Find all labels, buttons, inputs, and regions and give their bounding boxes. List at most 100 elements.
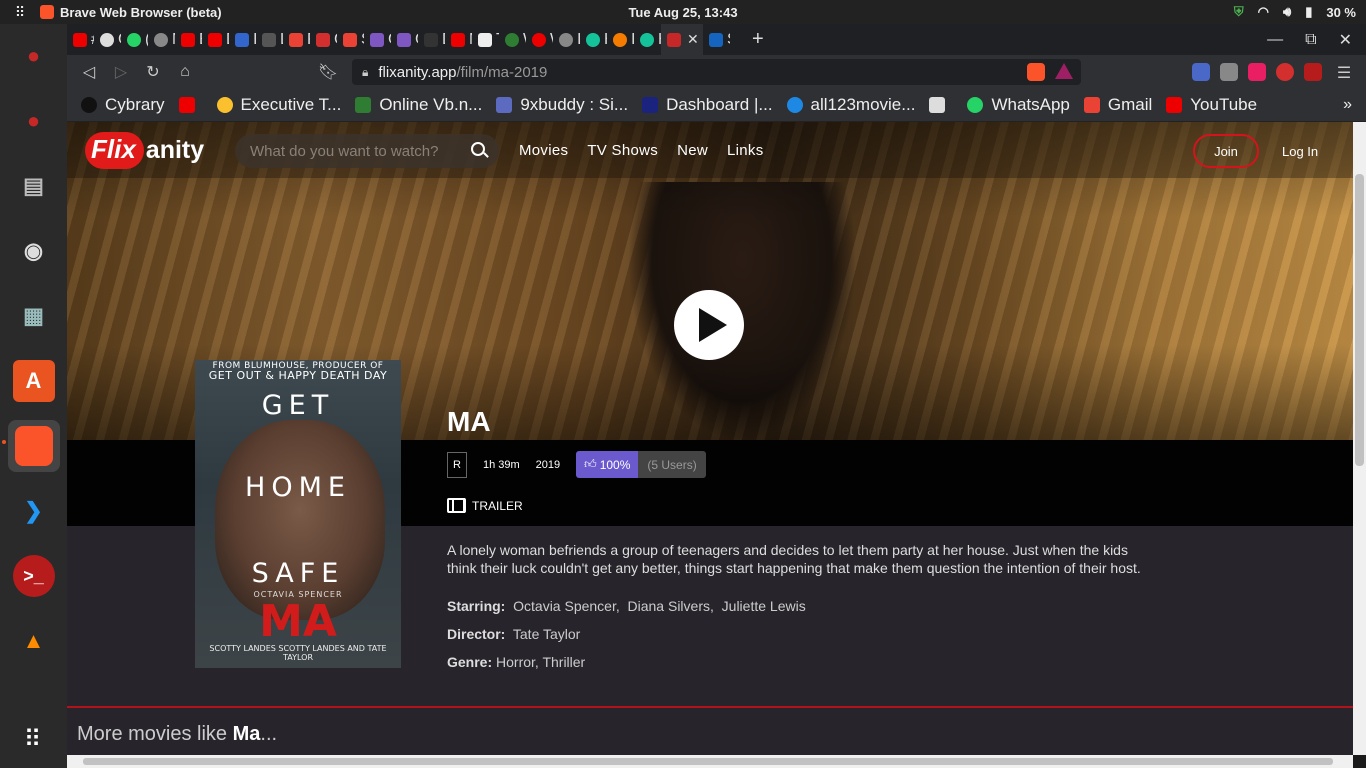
close-window-icon[interactable]: ✕ [1339, 30, 1352, 50]
vertical-scrollbar[interactable] [1353, 122, 1366, 755]
bookmark-item[interactable] [929, 97, 953, 113]
more-like-name: Ma [232, 723, 261, 745]
system-tray[interactable]: ⛨ ◠ 🔊︎ ▮ 30 % [1234, 0, 1356, 24]
dock-app-files-icon[interactable]: ▤ [8, 160, 60, 212]
tab[interactable]: H [634, 24, 661, 55]
poster-word: GET [261, 390, 335, 421]
show-apps-icon[interactable]: ⠿ [24, 725, 44, 754]
nav-tv-shows[interactable]: TV Shows [587, 142, 658, 159]
bookmark-item[interactable]: all123movie... [786, 95, 915, 115]
dock-app-cherrytree-2-icon[interactable]: ● [8, 95, 60, 147]
like-widget[interactable]: 👍︎ 100% (5 Users) [576, 451, 706, 478]
youtube-icon [178, 97, 195, 113]
like-button[interactable]: 👍︎ 100% [576, 451, 639, 478]
tab[interactable]: D [418, 24, 445, 55]
adblock-icon[interactable] [1276, 63, 1294, 81]
logo-flix: Flix [85, 131, 144, 169]
tab[interactable]: # [67, 24, 94, 55]
bookmark-item[interactable]: WhatsApp [967, 95, 1070, 115]
dock-app-cherrytree-icon[interactable]: ● [8, 30, 60, 82]
vertical-scroll-thumb[interactable] [1355, 174, 1364, 466]
join-button[interactable]: Join [1193, 134, 1259, 168]
trailer-button[interactable]: TRAILER [447, 498, 523, 513]
tab[interactable]: Lu [256, 24, 283, 55]
bookmark-item[interactable]: Cybrary [81, 95, 165, 115]
home-icon[interactable]: ⌂ [169, 63, 201, 81]
brave-rewards-icon[interactable] [1055, 63, 1073, 79]
tab[interactable]: In [607, 24, 634, 55]
search-icon[interactable] [471, 142, 485, 156]
fc-icon [929, 97, 946, 113]
nav-movies[interactable]: Movies [519, 142, 568, 159]
tab[interactable]: In [229, 24, 256, 55]
site-logo[interactable]: Flix anity [85, 128, 204, 172]
dock-app-notes-icon[interactable]: ▦ [8, 290, 60, 342]
tab[interactable]: W [499, 24, 526, 55]
brave-shields-icon[interactable] [1027, 63, 1045, 81]
horizontal-scroll-thumb[interactable] [83, 758, 1333, 765]
bookmark-item[interactable]: 9xbuddy : Si... [496, 95, 628, 115]
search-input[interactable] [250, 142, 460, 160]
tab[interactable]: Bu [175, 24, 202, 55]
new-tab-button[interactable]: + [752, 28, 764, 51]
dock-app-disk-icon[interactable]: ◉ [8, 225, 60, 277]
login-link[interactable]: Log In [1282, 144, 1318, 159]
tab[interactable]: Sp [703, 24, 730, 55]
nav-new[interactable]: New [677, 142, 708, 159]
forward-icon[interactable]: ▷ [105, 62, 137, 82]
extension-2-icon[interactable] [1248, 63, 1266, 81]
reload-icon[interactable]: ↻ [137, 62, 169, 82]
bookmark-item[interactable]: Dashboard |... [642, 95, 773, 115]
horizontal-scrollbar[interactable] [67, 755, 1353, 768]
bookmark-icon[interactable]: 🔖︎ [312, 62, 344, 82]
globe-icon [154, 32, 168, 47]
bookmark-item[interactable] [178, 97, 203, 113]
youtube-icon [451, 32, 465, 47]
poster-title: MA [259, 596, 337, 647]
record-extension-icon[interactable] [1304, 63, 1322, 81]
genre-value[interactable]: Horror, Thriller [496, 654, 585, 670]
active-app-menu[interactable]: Brave Web Browser (beta) [40, 5, 222, 20]
download-icon [424, 32, 438, 47]
translate-extension-icon[interactable] [1192, 63, 1210, 81]
dock-app-brave-icon[interactable] [1, 420, 60, 472]
movie-meta: R 1h 39m 2019 👍︎ 100% (5 Users) [447, 451, 706, 478]
tab[interactable]: GI [391, 24, 418, 55]
tab[interactable]: M [148, 24, 175, 55]
bookmark-item[interactable]: YouTube [1166, 95, 1257, 115]
dock-app-vlc-icon[interactable]: ▲ [8, 615, 60, 667]
tab[interactable]: De [202, 24, 229, 55]
menu-icon[interactable]: ☰ [1332, 63, 1356, 82]
tab[interactable]: In [553, 24, 580, 55]
director-value[interactable]: Tate Taylor [513, 626, 580, 642]
flixanity-icon [667, 32, 681, 47]
back-icon[interactable]: ◁ [73, 62, 105, 82]
bookmark-item[interactable]: Executive T... [216, 95, 341, 115]
tab[interactable]: H [580, 24, 607, 55]
tab-active[interactable]: ✕ [661, 24, 703, 55]
bookmark-item[interactable]: Gmail [1083, 95, 1152, 115]
tab[interactable]: W [526, 24, 553, 55]
tab[interactable]: Ph [283, 24, 310, 55]
tab[interactable]: M [445, 24, 472, 55]
maximize-icon[interactable]: ⧉ [1305, 31, 1316, 49]
starring-value[interactable]: Octavia Spencer, Diana Silvers, Juliette… [513, 598, 806, 614]
address-bar[interactable]: 🔒︎ flixanity.app/film/ma-2019 [352, 59, 1081, 85]
close-tab-icon[interactable]: ✕ [687, 31, 699, 48]
tab[interactable]: G [94, 24, 121, 55]
play-button[interactable] [674, 290, 744, 360]
minimize-icon[interactable]: — [1267, 31, 1283, 49]
tab[interactable]: Gi [310, 24, 337, 55]
more-bookmarks-icon[interactable]: » [1343, 96, 1352, 114]
tab[interactable]: Su [337, 24, 364, 55]
dock-app-terminal-icon[interactable]: >_ [8, 550, 60, 602]
extension-icon[interactable] [1220, 63, 1238, 81]
bookmark-item[interactable]: Online Vb.n... [355, 95, 482, 115]
dock-app-software-icon[interactable]: A [12, 360, 55, 402]
tab[interactable]: (1 [121, 24, 148, 55]
dock-app-vscode-icon[interactable]: ❯ [8, 485, 60, 537]
tab[interactable]: GI [364, 24, 391, 55]
tab[interactable]: Tr [472, 24, 499, 55]
nav-links[interactable]: Links [727, 142, 764, 159]
activities-icon[interactable]: ⠿ [0, 4, 40, 21]
